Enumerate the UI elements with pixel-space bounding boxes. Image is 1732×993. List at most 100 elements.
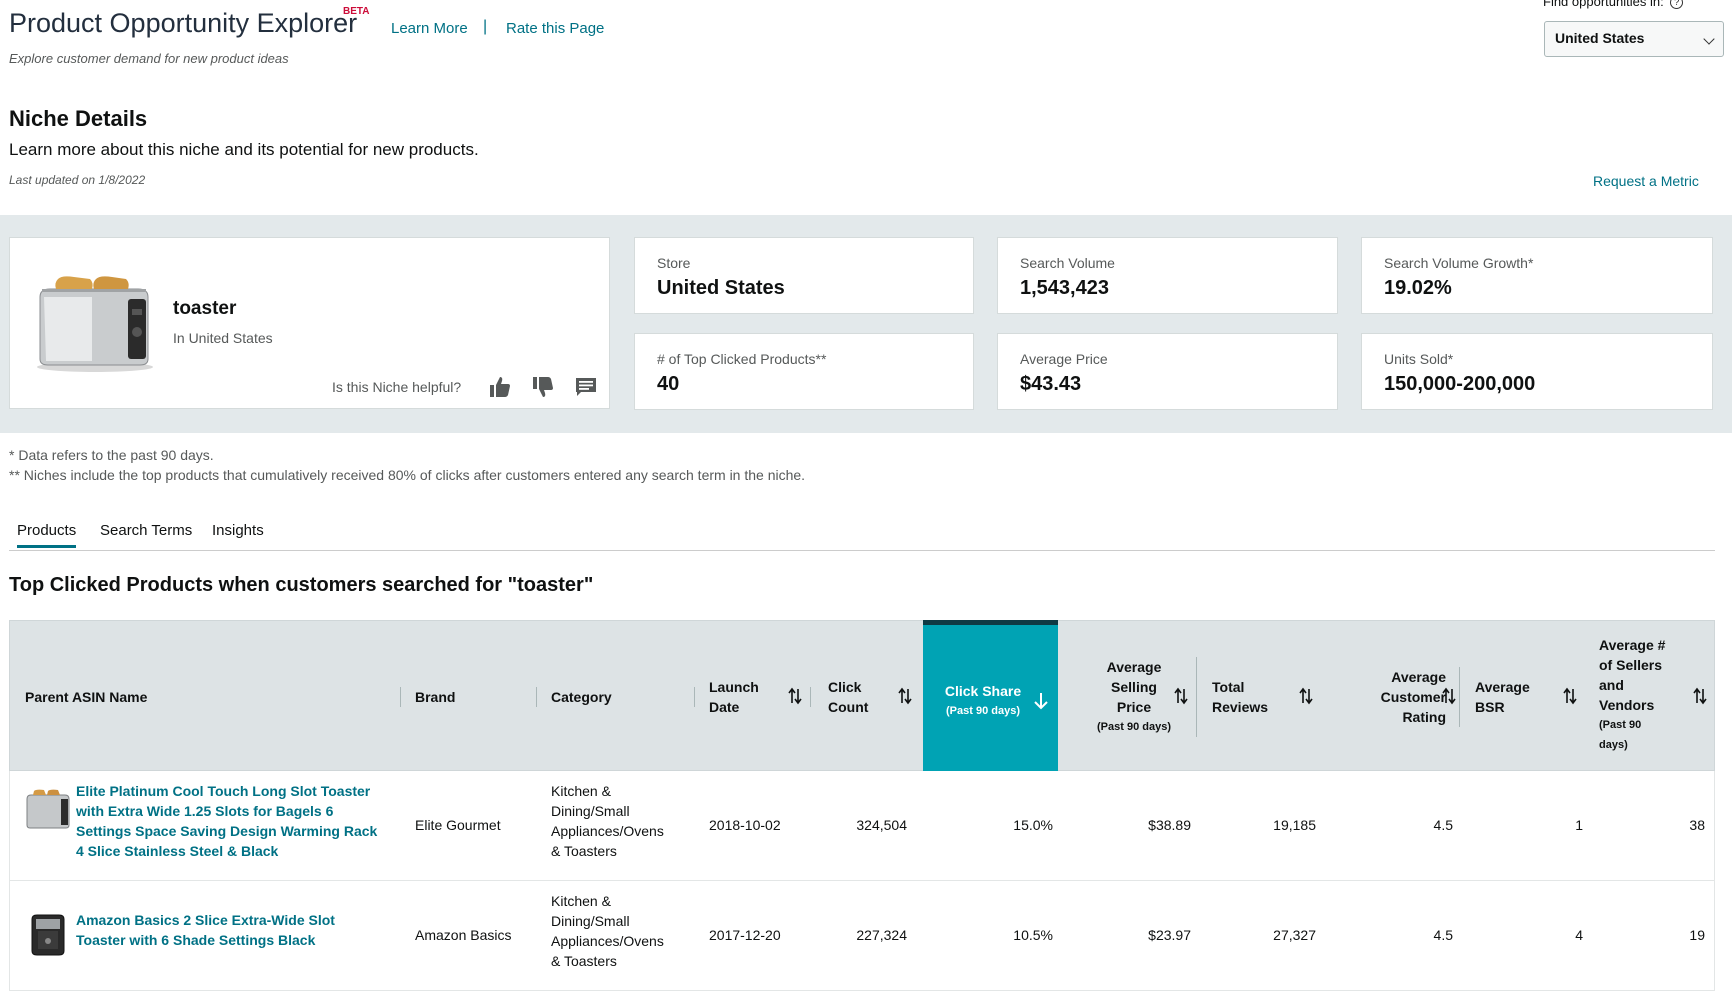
- product-name-line: with Extra Wide 1.25 Slots for Bagels 6: [76, 803, 334, 819]
- category-line: Kitchen &: [551, 783, 611, 799]
- col-sellers-line: Vendors: [1599, 697, 1655, 713]
- sort-icon[interactable]: [1174, 687, 1188, 705]
- sort-icon[interactable]: [1299, 687, 1313, 705]
- help-icon[interactable]: ?: [1670, 0, 1684, 9]
- col-category[interactable]: Category: [551, 687, 612, 707]
- product-name-line: Settings Space Saving Design Warming Rac…: [76, 823, 378, 839]
- cell-bsr: 1: [1575, 817, 1583, 833]
- sort-icon[interactable]: [1442, 687, 1456, 705]
- product-name-link[interactable]: Elite Platinum Cool Touch Long Slot Toas…: [76, 781, 396, 861]
- col-asp-sub: (Past 90 days): [1097, 721, 1171, 733]
- rate-page-link[interactable]: Rate this Page: [506, 20, 604, 37]
- col-average-sellers[interactable]: Average # of Sellers and Vendors (Past 9…: [1599, 635, 1665, 755]
- col-sellers-sub: (Past 90: [1599, 719, 1642, 731]
- cell-click-share: 15.0%: [1013, 817, 1053, 833]
- col-click-share-active[interactable]: Click Share (Past 90 days): [923, 620, 1058, 771]
- sort-icon[interactable]: [898, 687, 912, 705]
- sort-descending-icon[interactable]: [1033, 691, 1049, 711]
- col-total-reviews[interactable]: Total Reviews: [1212, 677, 1268, 717]
- last-updated-text: Last updated on 1/8/2022: [9, 173, 146, 187]
- cell-category: Kitchen & Dining/Small Appliances/Ovens …: [551, 891, 664, 971]
- metric-card-units-sold: Units Sold* 150,000-200,000: [1361, 333, 1713, 410]
- footnote-2: ** Niches include the top products that …: [9, 467, 806, 483]
- table-header: Parent ASIN Name Brand Category Launch D…: [9, 620, 1715, 771]
- cell-total-reviews: 19,185: [1273, 817, 1316, 833]
- thumbs-up-icon[interactable]: [488, 375, 512, 399]
- metric-label: Average Price: [1020, 351, 1108, 367]
- app-title: Product Opportunity Explorer: [9, 8, 358, 38]
- category-line: & Toasters: [551, 843, 617, 859]
- product-thumbnail[interactable]: [24, 911, 72, 959]
- metric-value: $43.43: [1020, 373, 1082, 395]
- header-separator: |: [483, 18, 488, 35]
- tab-insights[interactable]: Insights: [212, 522, 264, 539]
- metric-card-top-clicked-products: # of Top Clicked Products** 40: [634, 333, 974, 410]
- cell-rating: 4.5: [1433, 817, 1453, 833]
- col-launch-date-line: Launch: [709, 679, 759, 695]
- col-click-count-line: Count: [828, 699, 869, 715]
- col-reviews-line: Reviews: [1212, 699, 1269, 715]
- cell-average-price: $23.97: [1148, 927, 1191, 943]
- col-asp-line: Price: [1116, 699, 1152, 715]
- col-launch-date-line: Date: [709, 699, 740, 715]
- col-click-count[interactable]: Click Count: [828, 677, 868, 717]
- table-row: Amazon Basics 2 Slice Extra-Wide Slot To…: [9, 881, 1715, 991]
- sort-icon[interactable]: [1563, 687, 1577, 705]
- product-name-link[interactable]: Amazon Basics 2 Slice Extra-Wide Slot To…: [76, 910, 396, 950]
- column-divider: [536, 687, 537, 707]
- col-rating-line: Rating: [1402, 709, 1446, 725]
- col-brand[interactable]: Brand: [415, 687, 455, 707]
- category-line: Appliances/Ovens: [551, 823, 664, 839]
- col-average-bsr[interactable]: Average BSR: [1475, 677, 1530, 717]
- cell-click-count: 324,504: [856, 817, 907, 833]
- category-line: Appliances/Ovens: [551, 933, 664, 949]
- cell-average-price: $38.89: [1148, 817, 1191, 833]
- metric-label: Search Volume Growth*: [1384, 255, 1534, 271]
- find-opportunities-text: Find opportunities in:: [1543, 0, 1664, 9]
- sort-icon[interactable]: [788, 687, 802, 705]
- cell-click-count: 227,324: [856, 927, 907, 943]
- col-average-customer-rating[interactable]: Average Customer Rating: [1346, 667, 1446, 727]
- col-sellers-line: and: [1599, 677, 1624, 693]
- column-divider: [694, 687, 695, 707]
- column-divider: [1459, 667, 1460, 727]
- product-name-line: 4 Slice Stainless Steel & Black: [76, 843, 279, 859]
- product-thumbnail[interactable]: [24, 787, 72, 835]
- beta-badge: BETA: [343, 6, 370, 17]
- metric-label: Units Sold*: [1384, 351, 1454, 367]
- col-average-selling-price[interactable]: Average Selling Price (Past 90 days): [1079, 657, 1189, 737]
- app-subtitle: Explore customer demand for new product …: [9, 51, 289, 66]
- product-name-line: Elite Platinum Cool Touch Long Slot Toas…: [76, 783, 371, 799]
- metric-card-average-price: Average Price $43.43: [997, 333, 1338, 410]
- col-reviews-line: Total: [1212, 679, 1245, 695]
- col-sellers-line: of Sellers: [1599, 657, 1663, 673]
- metric-label: # of Top Clicked Products**: [657, 351, 827, 367]
- metric-card-search-volume-growth: Search Volume Growth* 19.02%: [1361, 237, 1713, 314]
- category-line: Dining/Small: [551, 913, 630, 929]
- product-name-line: Toaster with 6 Shade Settings Black: [76, 932, 316, 948]
- learn-more-link[interactable]: Learn More: [391, 20, 468, 37]
- thumbs-down-icon[interactable]: [531, 375, 555, 399]
- col-click-count-line: Click: [828, 679, 862, 695]
- niche-name: toaster: [173, 298, 237, 319]
- col-sellers-line: Average #: [1599, 637, 1666, 653]
- chevron-down-icon: [1703, 33, 1715, 45]
- tab-search-terms[interactable]: Search Terms: [100, 522, 192, 539]
- category-line: Dining/Small: [551, 803, 630, 819]
- sort-icon[interactable]: [1693, 687, 1707, 705]
- col-launch-date[interactable]: Launch Date: [709, 677, 759, 717]
- country-select-value: United States: [1555, 30, 1645, 46]
- category-line: & Toasters: [551, 953, 617, 969]
- request-metric-link[interactable]: Request a Metric: [1593, 173, 1699, 189]
- col-asp-line: Selling: [1111, 679, 1157, 695]
- col-parent-asin[interactable]: Parent ASIN Name: [25, 687, 147, 707]
- col-click-share: Click Share (Past 90 days): [923, 681, 1043, 721]
- cell-launch-date: 2018-10-02: [709, 817, 781, 833]
- tab-bar: Products Search Terms Insights: [9, 515, 1715, 551]
- tab-products[interactable]: Products: [17, 522, 77, 548]
- country-select[interactable]: United States: [1544, 21, 1724, 57]
- col-asp-line: Average: [1106, 659, 1162, 675]
- comment-icon[interactable]: [574, 375, 598, 399]
- metric-card-store: Store United States: [634, 237, 974, 314]
- niche-details-heading: Niche Details: [9, 106, 148, 131]
